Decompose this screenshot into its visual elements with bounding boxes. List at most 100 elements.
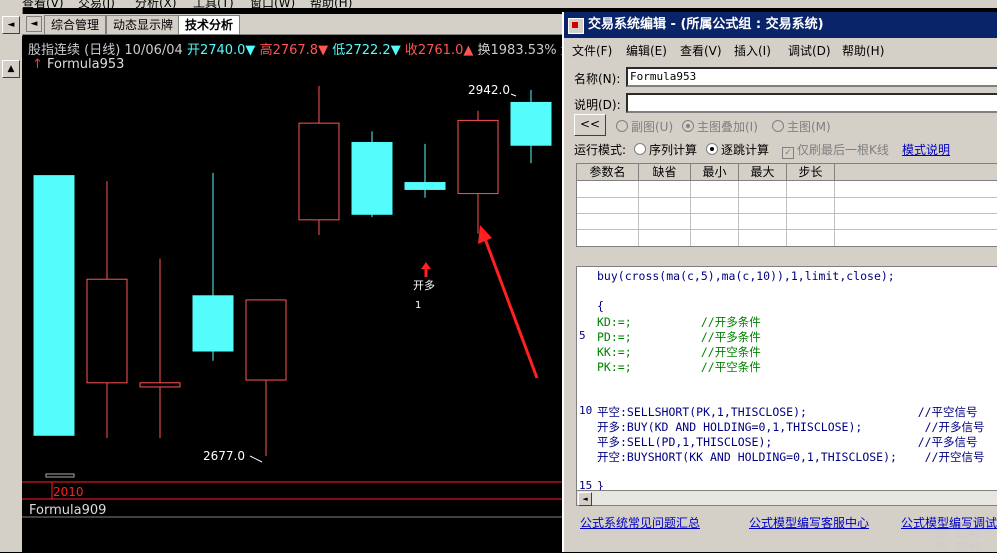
buy-signal-label: 开多 [413,278,435,292]
radio-main-chart[interactable]: 主图(M) [772,118,831,135]
menu-window[interactable]: 窗口(W) [250,0,295,8]
sub-formula-name: Formula909 [29,503,106,518]
param-row-divider [577,197,997,198]
code-line: 开空:BUYSHORT(KK AND HOLDING=0,1,THISCLOSE… [597,450,985,464]
code-line: PD:=; //平多条件 [597,330,761,344]
code-line: KD:=; //开多条件 [597,315,761,329]
radio-subchart[interactable]: 副图(U) [616,118,673,135]
dmenu-view[interactable]: 查看(V) [680,42,722,59]
dialog-menubar: 文件(F) 编辑(E) 查看(V) 插入(I) 调试(D) 帮助(H) [564,40,997,60]
code-line: 平多:SELL(PD,1,THISCLOSE); //平多信号 [597,435,978,449]
menu-trade[interactable]: 交易(J) [78,0,115,8]
tab-overview[interactable]: 综合管理 [44,15,107,34]
radio-main-overlay-label: 主图叠加(I) [697,120,758,134]
code-line: 平空:SELLSHORT(PK,1,THISCLOSE); //平空信号 [597,405,978,419]
candlestick-plot: 2942.0 2677.0 开多 1 2010 Formula909 [22,83,562,518]
low-label-pointer [249,455,263,463]
line-number: 10 [579,404,593,417]
candle-body [298,122,340,221]
radio-sequence-label: 序列计算 [649,143,698,157]
code-line: PK:=; //平空条件 [597,360,761,374]
tab-technical-analysis[interactable]: 技术分析 [178,15,241,34]
candle-body [33,175,75,436]
candle-body [139,382,181,388]
scroll-up-icon[interactable]: ▲ [2,60,20,78]
param-header-step[interactable]: 步长 [787,164,835,181]
code-line: KK:=; //开空条件 [597,345,761,359]
code-line: buy(cross(ma(c,5),ma(c,10)),1,limit,clos… [597,269,895,283]
main-menubar: 查看(V) 交易(J) 分析(X) 工具(T) 窗口(W) 帮助(H) [0,0,997,8]
trading-system-editor-dialog: 交易系统编辑 - (所属公式组 : 交易系统) 文件(F) 编辑(E) 查看(V… [562,12,997,552]
collapse-icon[interactable]: ◄ [2,16,20,34]
radio-tick-indicator [706,143,718,155]
high-price-label: 2942.0 [468,83,510,97]
last-bar-only-checkbox[interactable]: ✓ 仅刷最后一根K线 [782,141,889,159]
candle-body [245,299,287,381]
dmenu-help[interactable]: 帮助(H) [842,42,884,59]
candle-body [510,101,552,146]
candle-body [351,141,393,215]
dmenu-debug[interactable]: 调试(D) [788,42,831,59]
param-header-name[interactable]: 参数名 [577,164,639,181]
param-row-divider [577,213,997,214]
radio-tick-calc[interactable]: 逐跳计算 [706,141,769,158]
buy-signal-count: 1 [415,300,421,311]
radio-subchart-label: 副图(U) [631,120,674,134]
menu-view[interactable]: 查看(V) [22,0,64,8]
dmenu-file[interactable]: 文件(F) [572,42,612,59]
mode-help-link[interactable]: 模式说明 [902,141,950,158]
faq-link[interactable]: 公式系统常见问题汇总 [580,514,700,531]
name-field[interactable]: Formula953 [626,67,997,87]
radio-subchart-indicator [616,120,628,132]
app-icon [568,18,584,34]
description-label: 说明(D): [574,98,621,112]
last-bar-only-label: 仅刷最后一根K线 [797,143,889,157]
tab-dynamic-board[interactable]: 动态显示牌 [106,15,181,34]
scroll-marker [45,473,75,478]
description-field[interactable] [626,93,997,113]
dmenu-insert[interactable]: 插入(I) [734,42,771,59]
high-label-pointer [510,93,517,97]
support-center-link[interactable]: 公式模型编写客服中心 [749,514,869,531]
buy-signal-arrow-icon [421,262,431,277]
param-header-blank [835,164,997,181]
radio-sequence-calc[interactable]: 序列计算 [634,141,697,158]
radio-sequence-indicator [634,143,646,155]
tab-bar: ◄ 综合管理 动态显示牌 技术分析 [22,14,562,35]
menu-help[interactable]: 帮助(H) [310,0,352,8]
tab-scroll-left-icon[interactable]: ◄ [26,16,42,32]
name-label: 名称(N): [574,72,621,86]
year-label: 2010 [53,485,84,499]
previous-button[interactable]: << [574,114,606,136]
dialog-titlebar[interactable]: 交易系统编辑 - (所属公式组 : 交易系统) [564,12,997,38]
radio-main-chart-label: 主图(M) [787,120,831,134]
corner-value: 59 2240 [935,540,982,553]
menu-analysis[interactable]: 分析(X) [135,0,177,8]
run-mode-label: 运行模式: [574,143,627,157]
param-header-default[interactable]: 缺省 [639,164,691,181]
menu-tools[interactable]: 工具(T) [193,0,234,8]
code-line: { [597,299,604,313]
param-header-max[interactable]: 最大 [739,164,787,181]
corner-value: 59 2240 [935,527,982,540]
param-row-divider [577,229,997,230]
dialog-title: 交易系统编辑 - (所属公式组 : 交易系统) [588,17,824,32]
left-toolbar: ◄ ▲ [0,8,23,552]
line-number-gutter [577,267,595,491]
radio-main-overlay-indicator [682,120,694,132]
code-horizontal-scrollbar[interactable]: ◄ [576,490,997,506]
code-line: 开多:BUY(KD AND HOLDING=0,1,THISCLOSE); //… [597,420,985,434]
candle-body [86,278,128,384]
candle-body [404,182,446,190]
dmenu-edit[interactable]: 编辑(E) [626,42,667,59]
scroll-left-icon[interactable]: ◄ [578,492,592,506]
radio-tick-label: 逐跳计算 [721,143,770,157]
candle-layer [33,85,552,456]
radio-main-overlay[interactable]: 主图叠加(I) [682,118,758,135]
corner-quote-values: 59 2240 59 2240 [935,527,981,553]
parameter-table[interactable]: 参数名 缺省 最小 最大 步长 [576,163,997,247]
annotation-arrow-line [482,235,539,379]
code-editor[interactable]: buy(cross(ma(c,5),ma(c,10)),1,limit,clos… [576,266,997,492]
param-header-min[interactable]: 最小 [691,164,739,181]
kline-chart[interactable]: 股指连续 (日线) 10/06/04 开2740.0▼ 高2767.8▼ 低27… [22,36,562,552]
